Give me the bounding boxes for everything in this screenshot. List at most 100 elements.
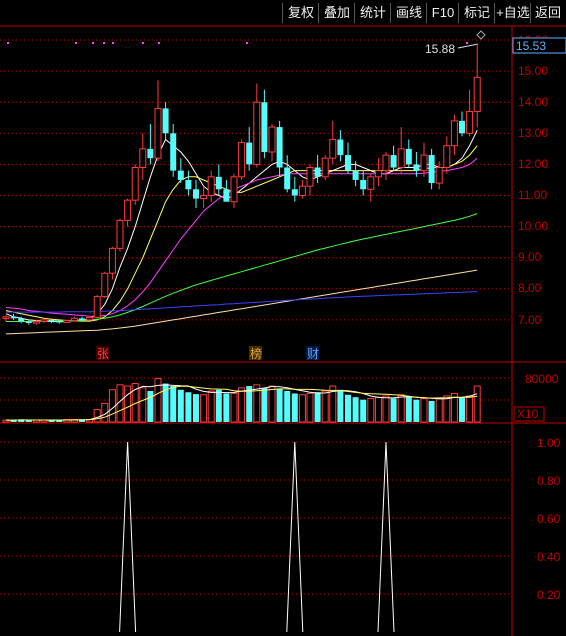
candle-body-down xyxy=(314,167,321,177)
volume-bar-up xyxy=(367,397,375,423)
indicator-tick: 0.20 xyxy=(537,588,561,602)
volume-bar-up xyxy=(306,392,314,423)
candle-body-up xyxy=(63,320,71,323)
volume-bar-down xyxy=(215,389,222,422)
candle-body-down xyxy=(390,155,397,168)
indicator-spike xyxy=(119,441,137,633)
candle-body-up xyxy=(40,319,48,322)
volume-bar-up xyxy=(382,395,390,423)
candle-body-up xyxy=(450,120,458,147)
price-tick: 10.00 xyxy=(518,219,548,233)
candle-body-down xyxy=(428,155,435,184)
candle-body-up xyxy=(374,170,382,178)
candle-body-down xyxy=(459,120,465,134)
volume-bar-up xyxy=(200,394,208,423)
event-flag-cai[interactable]: 财 xyxy=(307,347,319,361)
volume-bar-up xyxy=(374,396,382,423)
diamond-marker-icon xyxy=(476,30,486,40)
candle-body-down xyxy=(291,189,298,196)
volume-bar-down xyxy=(428,400,435,422)
event-dot xyxy=(142,42,144,44)
indicator-tick: 0.60 xyxy=(537,512,561,526)
candlesticks xyxy=(2,43,481,325)
indicator-grid xyxy=(0,441,512,595)
candle-body-down xyxy=(215,176,222,190)
candle-body-up xyxy=(93,296,101,318)
volume-bar-down xyxy=(170,386,177,422)
price-tick: 8.00 xyxy=(518,281,542,295)
event-dot xyxy=(75,42,77,44)
volume-bar-up xyxy=(397,394,405,423)
candle-body-down xyxy=(246,142,253,165)
event-dot xyxy=(103,42,105,44)
candle-body-up xyxy=(435,167,443,184)
event-dot xyxy=(7,42,9,44)
event-flag-zhang[interactable]: 张 xyxy=(97,347,109,361)
event-dot xyxy=(92,42,94,44)
event-dots xyxy=(7,42,468,44)
volume-bar-up xyxy=(435,397,443,423)
candle-body-up xyxy=(139,148,147,169)
event-flag-bang[interactable]: 榜 xyxy=(250,346,262,361)
volume-bar-down xyxy=(337,389,344,422)
event-dot xyxy=(466,42,468,44)
ma-line-ma20 xyxy=(5,157,478,317)
candle-body-up xyxy=(329,139,337,159)
volume-multiplier: X10 xyxy=(517,407,539,421)
candle-body-up xyxy=(420,154,428,172)
price-axis-labels: 16.00 15.00 14.00 13.00 12.00 11.00 10.0… xyxy=(518,33,548,327)
indicator-tick: 1.00 xyxy=(537,436,561,450)
volume-bar-down xyxy=(405,397,412,422)
candle-body-down xyxy=(185,179,192,190)
price-tick: 9.00 xyxy=(518,250,542,264)
ma-line-ma120 xyxy=(5,269,478,335)
volume-bar-down xyxy=(185,392,192,422)
candle-body-up xyxy=(253,101,261,165)
volume-bar-up xyxy=(268,385,276,423)
candle-body-down xyxy=(25,321,32,324)
volume-bar-down xyxy=(390,398,397,422)
candle-body-up xyxy=(116,219,124,249)
volume-bar-down xyxy=(314,392,321,422)
candle-body-down xyxy=(18,318,25,322)
candle-body-down xyxy=(79,318,85,320)
candle-body-up xyxy=(131,167,139,201)
candle-body-up xyxy=(466,111,474,134)
volume-bar-down xyxy=(147,391,154,422)
volume-bar-down xyxy=(413,399,420,422)
volume-bar-down xyxy=(261,387,268,422)
volume-bar-up xyxy=(124,385,132,423)
candle-body-down xyxy=(162,108,169,134)
candle-body-up xyxy=(230,176,238,203)
indicator-spikes xyxy=(119,441,395,633)
current-price-value: 15.53 xyxy=(516,39,546,53)
candle-body-down xyxy=(170,133,177,171)
candle-body-up xyxy=(108,247,116,274)
price-tick: 11.00 xyxy=(518,188,547,202)
volume-bar-up xyxy=(207,390,215,423)
candle-body-down xyxy=(337,139,344,156)
volume-bar-up xyxy=(298,394,306,423)
candle-body-down xyxy=(261,102,268,152)
volume-bars xyxy=(2,378,481,423)
volume-bar-up xyxy=(139,387,147,423)
volume-bar-down xyxy=(276,388,283,422)
candle-body-down xyxy=(413,164,420,171)
volume-bar-up xyxy=(466,395,474,423)
candle-body-down xyxy=(10,316,17,319)
candle-body-up xyxy=(101,272,109,298)
candle-body-down xyxy=(147,148,154,159)
price-tick: 13.00 xyxy=(518,126,548,140)
event-dot xyxy=(246,42,248,44)
volume-bar-up xyxy=(230,392,238,423)
price-tick: 15.00 xyxy=(518,64,548,78)
candle-body-up xyxy=(321,157,329,178)
candle-body-up xyxy=(298,185,306,196)
stock-chart[interactable]: 16.00 15.00 14.00 13.00 12.00 11.00 10.0… xyxy=(0,0,566,636)
candle-body-up xyxy=(200,195,208,200)
indicator-spike xyxy=(286,441,304,633)
price-tick: 14.00 xyxy=(518,95,548,109)
candle-body-down xyxy=(405,148,412,165)
candle-body-up xyxy=(154,107,162,159)
candle-body-down xyxy=(352,170,359,180)
